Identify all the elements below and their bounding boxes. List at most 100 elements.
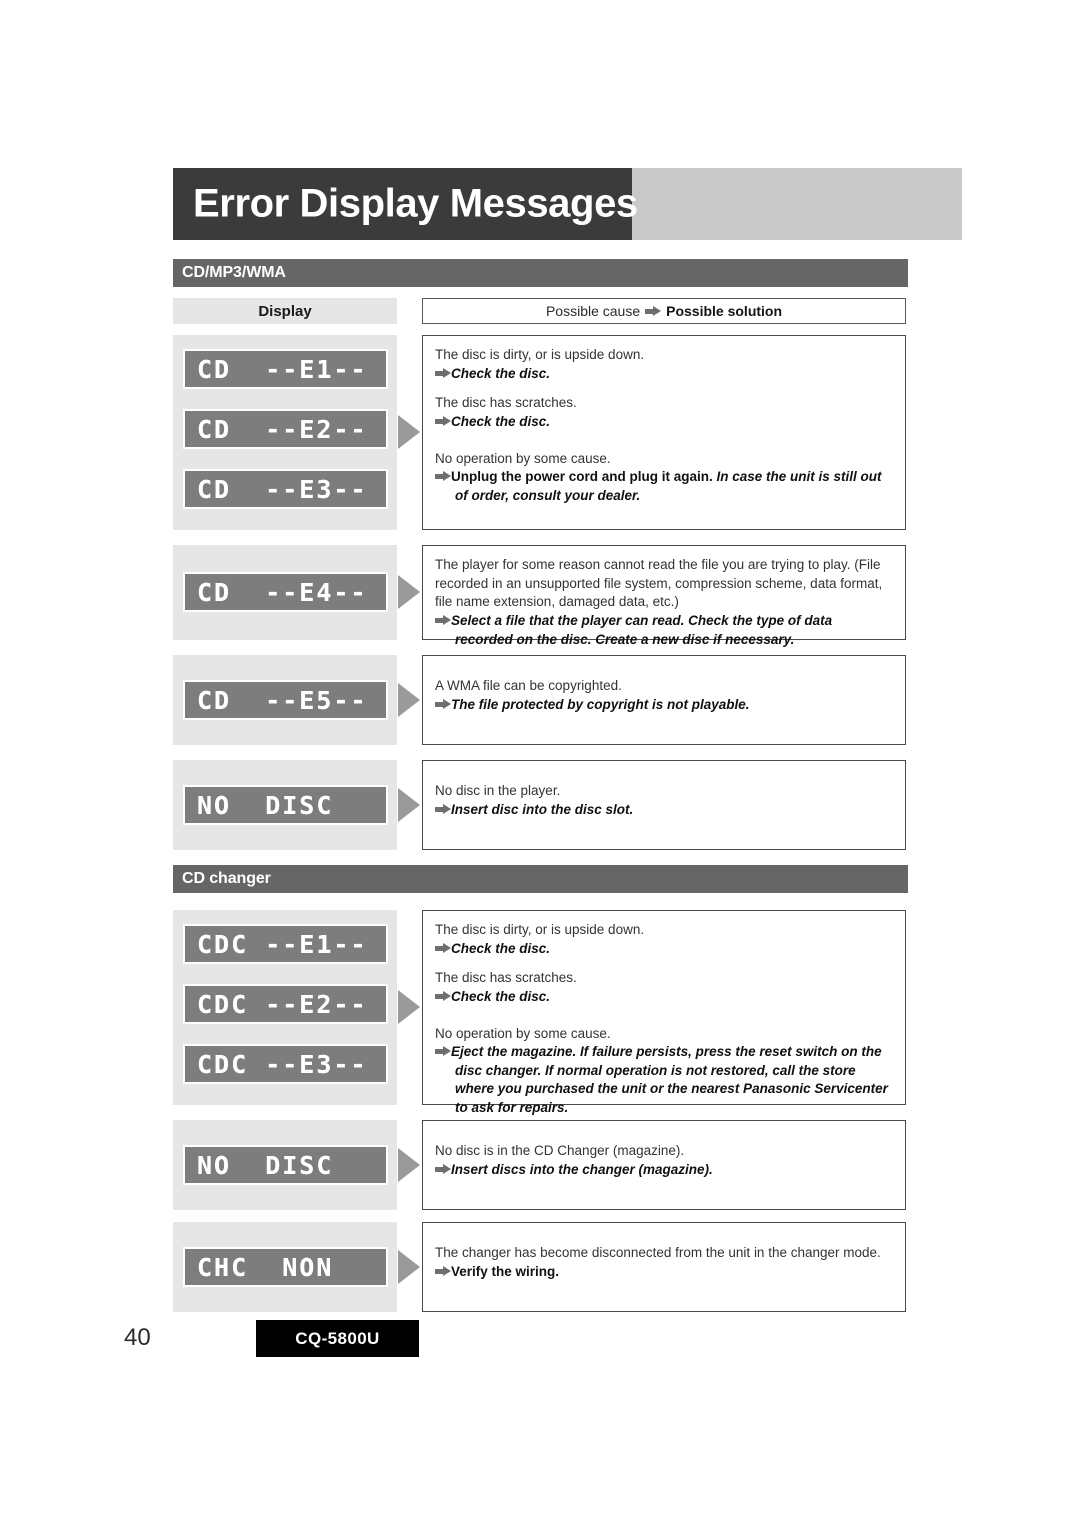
solution-label: Check the disc. (451, 413, 551, 429)
right-arrow-icon (435, 471, 451, 482)
lcd-panel-cdc-e3: CDC --E3-- (183, 1044, 388, 1084)
solution-text: Select a file that the player can read. … (435, 612, 893, 649)
right-arrow-icon (645, 305, 662, 317)
content-box-no-disc: No disc in the player. Insert disc into … (422, 760, 906, 850)
solution-label: Verify the wiring. (451, 1263, 560, 1279)
lcd-text: CD --E1-- (197, 354, 368, 384)
solution-label: The file protected by copyright is not p… (451, 696, 750, 712)
connector-triangle-icon (398, 575, 420, 609)
solution-label: Insert discs into the changer (magazine)… (451, 1161, 713, 1177)
cause-text: The disc is dirty, or is upside down. (435, 347, 645, 362)
cause-text: No operation by some cause. (435, 450, 611, 466)
lcd-panel-cdc-e2: CDC --E2-- (183, 984, 388, 1024)
display-cell-no-disc: NO DISC (173, 760, 397, 850)
solution-label: Select a file that the player can read. … (451, 612, 833, 647)
possible-solution-label: Possible solution (666, 303, 783, 319)
content-box-changer-no-disc: No disc is in the CD Changer (magazine).… (422, 1120, 906, 1210)
lcd-text: CDC --E2-- (197, 989, 368, 1019)
cause-text: The disc has scratches. (435, 395, 577, 411)
connector-triangle-icon (398, 788, 420, 822)
content-box-cdc-e1-e3: The disc is dirty, or is upside down. Ch… (422, 910, 906, 1115)
connector-triangle-icon (398, 1250, 420, 1284)
lcd-text: CD --E5-- (197, 685, 368, 715)
solution-label-upright: Unplug the power cord and plug it again. (451, 469, 713, 485)
display-cell-cd-e5: CD --E5-- (173, 655, 397, 745)
lcd-text: CD --E3-- (197, 474, 368, 504)
page-title-banner: Error Display Messages (173, 168, 962, 240)
connector-triangle-icon (398, 683, 420, 717)
page-number: 40 (124, 1324, 151, 1351)
content-box-chc-non: The changer has become disconnected from… (422, 1222, 906, 1312)
cause-text: No disc in the player. (435, 783, 561, 798)
solution-text: Eject the magazine. If failure persists,… (435, 1043, 893, 1118)
solution-label: Check the disc. (451, 940, 551, 956)
content-box-cd-e1-e3: The disc is dirty, or is upside down. Ch… (422, 335, 906, 530)
solution-text: Check the disc. (435, 413, 893, 432)
solution-text: Insert disc into the disc slot. (435, 801, 893, 820)
lcd-text: CDC --E3-- (197, 1049, 368, 1079)
page-title-block: Error Display Messages (173, 168, 638, 240)
connector-triangle-icon (398, 990, 420, 1024)
content-box-cd-e5: A WMA file can be copyrighted. The file … (422, 655, 906, 745)
lcd-panel-cd-e2: CD --E2-- (183, 409, 388, 449)
connector-triangle-icon (398, 415, 420, 449)
cause-text: The disc has scratches. (435, 970, 577, 986)
solution-label: Insert disc into the disc slot. (451, 801, 634, 817)
display-cell-cdc-e1-e3: CDC --E1-- CDC --E2-- CDC --E3-- (173, 910, 397, 1105)
section-header-cd-mp3-wma: CD/MP3/WMA (173, 259, 908, 287)
solution-text: The file protected by copyright is not p… (435, 696, 893, 715)
solution-text: Insert discs into the changer (magazine)… (435, 1161, 893, 1180)
content-box-cd-e4: The player for some reason cannot read t… (422, 545, 906, 647)
model-badge: CQ-5800U (256, 1320, 419, 1357)
cause-text: The disc is dirty, or is upside down. (435, 922, 645, 937)
solution-text: Check the disc. (435, 988, 893, 1007)
model-name: CQ-5800U (295, 1328, 380, 1348)
right-arrow-icon (435, 990, 451, 1002)
display-cell-changer-no-disc: NO DISC (173, 1120, 397, 1210)
right-arrow-icon (435, 1163, 451, 1175)
lcd-panel-cd-e3: CD --E3-- (183, 469, 388, 509)
possible-cause-label: Possible cause (545, 303, 641, 319)
display-cell-cd-e4: CD --E4-- (173, 545, 397, 640)
column-header-display: Display (173, 298, 397, 324)
cause-text: The changer has become disconnected from… (435, 1245, 881, 1260)
right-arrow-icon (435, 415, 451, 427)
page-title: Error Display Messages (193, 181, 638, 226)
lcd-panel-cd-e4: CD --E4-- (183, 572, 388, 612)
lcd-text: CHC NON (197, 1252, 334, 1282)
lcd-panel-cdc-e1: CDC --E1-- (183, 924, 388, 964)
solution-label: Eject the magazine. If failure persists,… (451, 1044, 888, 1115)
manual-page: Error Display Messages CD/MP3/WMA Displa… (0, 0, 1080, 1528)
connector-triangle-icon (398, 1148, 420, 1182)
section-header-cd-changer: CD changer (173, 865, 908, 893)
lcd-panel-chc-non: CHC NON (183, 1247, 388, 1287)
right-arrow-icon (435, 942, 451, 954)
solution-label: Check the disc. (451, 365, 551, 381)
cause-text: No disc is in the CD Changer (magazine). (435, 1143, 685, 1158)
lcd-text: CDC --E1-- (197, 929, 368, 959)
solution-text: Verify the wiring. (435, 1263, 893, 1282)
cause-text: The player for some reason cannot read t… (435, 557, 883, 610)
right-arrow-icon (435, 367, 451, 379)
right-arrow-icon (435, 698, 451, 710)
solution-label: Check the disc. (451, 988, 551, 1004)
lcd-panel-no-disc: NO DISC (183, 785, 388, 825)
display-cell-cd-e1-e3: CD --E1-- CD --E2-- CD --E3-- (173, 335, 397, 530)
solution-text: Check the disc. (435, 365, 893, 384)
lcd-text: CD --E4-- (197, 577, 368, 607)
solution-text: Unplug the power cord and plug it again.… (435, 468, 893, 505)
right-arrow-icon (435, 1046, 451, 1057)
lcd-text: NO DISC (197, 790, 334, 820)
right-arrow-icon (435, 614, 451, 626)
lcd-text: CD --E2-- (197, 414, 368, 444)
cause-text: A WMA file can be copyrighted. (435, 678, 622, 693)
lcd-panel-cd-e5: CD --E5-- (183, 680, 388, 720)
lcd-text: NO DISC (197, 1150, 334, 1180)
cause-text: No operation by some cause. (435, 1025, 611, 1041)
column-header-cause-solution: Possible cause Possible solution (422, 298, 906, 324)
lcd-panel-cd-e1: CD --E1-- (183, 349, 388, 389)
display-cell-chc-non: CHC NON (173, 1222, 397, 1312)
solution-text: Check the disc. (435, 940, 893, 959)
right-arrow-icon (435, 1265, 451, 1277)
right-arrow-icon (435, 803, 451, 815)
